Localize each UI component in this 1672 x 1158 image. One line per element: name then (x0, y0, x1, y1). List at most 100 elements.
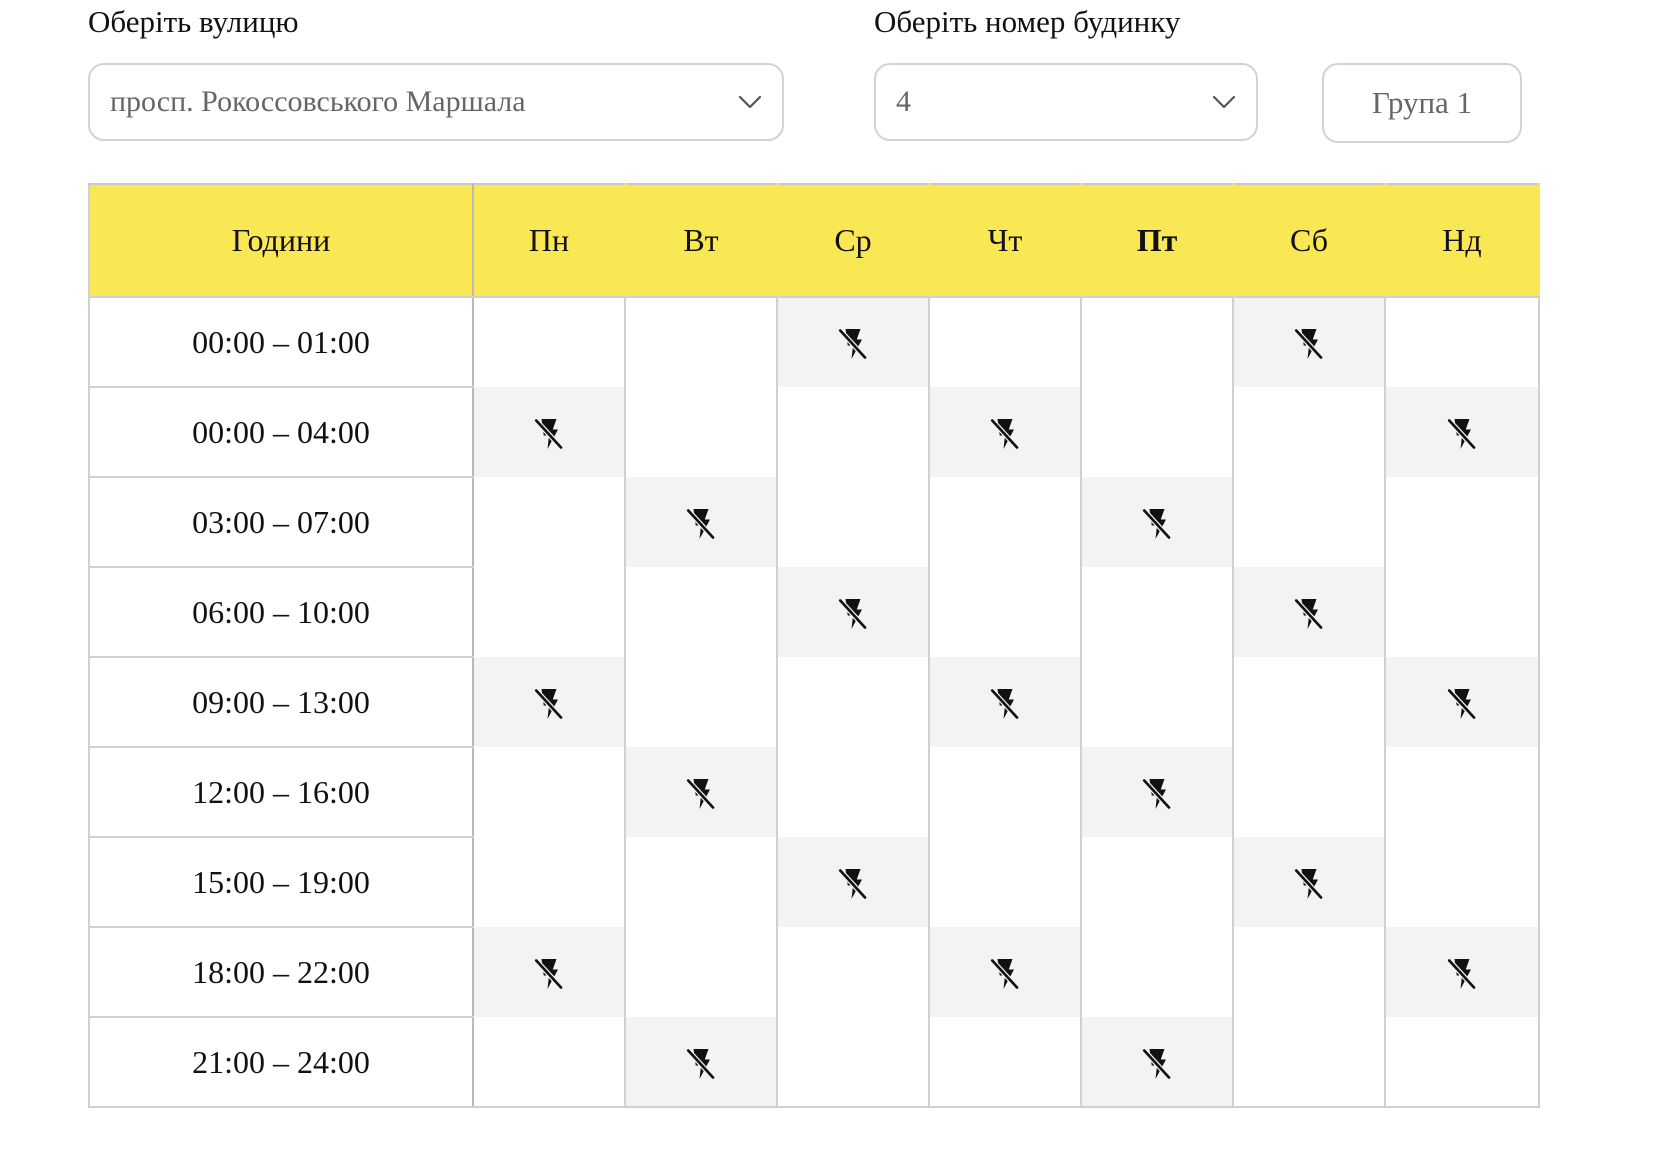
house-select-value: 4 (896, 85, 911, 118)
slot-cell-tue (624, 927, 778, 1017)
time-range-cell: 03:00 – 07:00 (88, 476, 474, 568)
power-off-lightning-icon (531, 686, 567, 722)
power-off-lightning-icon (1444, 956, 1480, 992)
time-range-cell: 18:00 – 22:00 (88, 926, 474, 1018)
slot-cell-thu (928, 1017, 1082, 1108)
slot-cell-thu (928, 387, 1082, 477)
group-button[interactable]: Група 1 (1322, 63, 1522, 143)
slot-cell-tue (624, 297, 778, 387)
power-off-lightning-icon (987, 686, 1023, 722)
time-range-cell: 21:00 – 24:00 (88, 1016, 474, 1108)
time-range-cell: 00:00 – 04:00 (88, 386, 474, 478)
slot-cell-fri (1080, 1017, 1234, 1108)
slot-cell-thu (928, 657, 1082, 747)
table-row: 00:00 – 04:00 (88, 386, 1540, 478)
power-off-lightning-icon (987, 416, 1023, 452)
slot-cell-tue (624, 477, 778, 567)
chevron-down-icon (736, 88, 764, 116)
slot-cell-sat (1232, 477, 1386, 567)
slot-cell-mon (472, 1017, 626, 1108)
house-select[interactable]: 4 (874, 63, 1258, 141)
page: Оберіть вулицю просп. Рокоссовського Мар… (0, 0, 1672, 1158)
table-row: 21:00 – 24:00 (88, 1016, 1540, 1108)
slot-cell-wed (776, 387, 930, 477)
slot-cell-thu (928, 837, 1082, 927)
slot-cell-sat (1232, 297, 1386, 387)
slot-cell-sun (1384, 927, 1540, 1017)
power-off-lightning-icon (683, 776, 719, 812)
slot-cell-sat (1232, 657, 1386, 747)
slot-cell-sun (1384, 657, 1540, 747)
slot-cell-thu (928, 927, 1082, 1017)
outage-schedule-table: Години Пн Вт Ср Чт Пт Сб Нд 00:00 – 01:0… (88, 183, 1540, 1108)
slot-cell-thu (928, 297, 1082, 387)
slot-cell-sat (1232, 1017, 1386, 1108)
slot-cell-wed (776, 1017, 930, 1108)
power-off-lightning-icon (1139, 506, 1175, 542)
slot-cell-tue (624, 747, 778, 837)
power-off-lightning-icon (683, 1046, 719, 1082)
table-row: 18:00 – 22:00 (88, 926, 1540, 1018)
slot-cell-fri (1080, 477, 1234, 567)
slot-cell-mon (472, 297, 626, 387)
slot-cell-mon (472, 747, 626, 837)
power-off-lightning-icon (531, 956, 567, 992)
slot-cell-tue (624, 387, 778, 477)
slot-cell-thu (928, 567, 1082, 657)
slot-cell-fri (1080, 837, 1234, 927)
slot-cell-sun (1384, 567, 1540, 657)
slot-cell-fri (1080, 297, 1234, 387)
slot-cell-sat (1232, 927, 1386, 1017)
power-off-lightning-icon (1139, 1046, 1175, 1082)
time-range-cell: 15:00 – 19:00 (88, 836, 474, 928)
slot-cell-wed (776, 297, 930, 387)
slot-cell-wed (776, 837, 930, 927)
slot-cell-sat (1232, 747, 1386, 837)
day-header-fri: Пт (1080, 183, 1234, 298)
power-off-lightning-icon (835, 866, 871, 902)
slot-cell-tue (624, 567, 778, 657)
table-row: 00:00 – 01:00 (88, 296, 1540, 388)
street-select[interactable]: просп. Рокоссовського Маршала (88, 63, 784, 141)
slot-cell-sun (1384, 747, 1540, 837)
day-header-sat: Сб (1232, 183, 1386, 298)
house-label: Оберіть номер будинку (874, 4, 1181, 39)
slot-cell-fri (1080, 387, 1234, 477)
slot-cell-sun (1384, 837, 1540, 927)
slot-cell-mon (472, 837, 626, 927)
time-range-cell: 00:00 – 01:00 (88, 296, 474, 388)
slot-cell-mon (472, 657, 626, 747)
slot-cell-thu (928, 747, 1082, 837)
power-off-lightning-icon (1291, 596, 1327, 632)
slot-cell-wed (776, 567, 930, 657)
time-range-cell: 06:00 – 10:00 (88, 566, 474, 658)
table-row: 09:00 – 13:00 (88, 656, 1540, 748)
day-header-sun: Нд (1384, 183, 1540, 298)
slot-cell-fri (1080, 567, 1234, 657)
power-off-lightning-icon (1444, 416, 1480, 452)
slot-cell-sat (1232, 387, 1386, 477)
slot-cell-sun (1384, 477, 1540, 567)
schedule-header-row: Години Пн Вт Ср Чт Пт Сб Нд (88, 183, 1540, 298)
power-off-lightning-icon (1291, 866, 1327, 902)
slot-cell-thu (928, 477, 1082, 567)
street-label: Оберіть вулицю (88, 4, 299, 39)
power-off-lightning-icon (683, 506, 719, 542)
power-off-lightning-icon (835, 326, 871, 362)
slot-cell-sat (1232, 567, 1386, 657)
slot-cell-mon (472, 477, 626, 567)
slot-cell-fri (1080, 657, 1234, 747)
day-header-mon: Пн (472, 183, 626, 298)
table-row: 06:00 – 10:00 (88, 566, 1540, 658)
slot-cell-mon (472, 927, 626, 1017)
power-off-lightning-icon (1139, 776, 1175, 812)
time-range-cell: 09:00 – 13:00 (88, 656, 474, 748)
chevron-down-icon (1210, 88, 1238, 116)
slot-cell-sat (1232, 837, 1386, 927)
slot-cell-sun (1384, 1017, 1540, 1108)
slot-cell-tue (624, 657, 778, 747)
day-header-tue: Вт (624, 183, 778, 298)
description-text (88, 1140, 1648, 1158)
power-off-lightning-icon (835, 596, 871, 632)
street-select-value: просп. Рокоссовського Маршала (110, 85, 526, 118)
